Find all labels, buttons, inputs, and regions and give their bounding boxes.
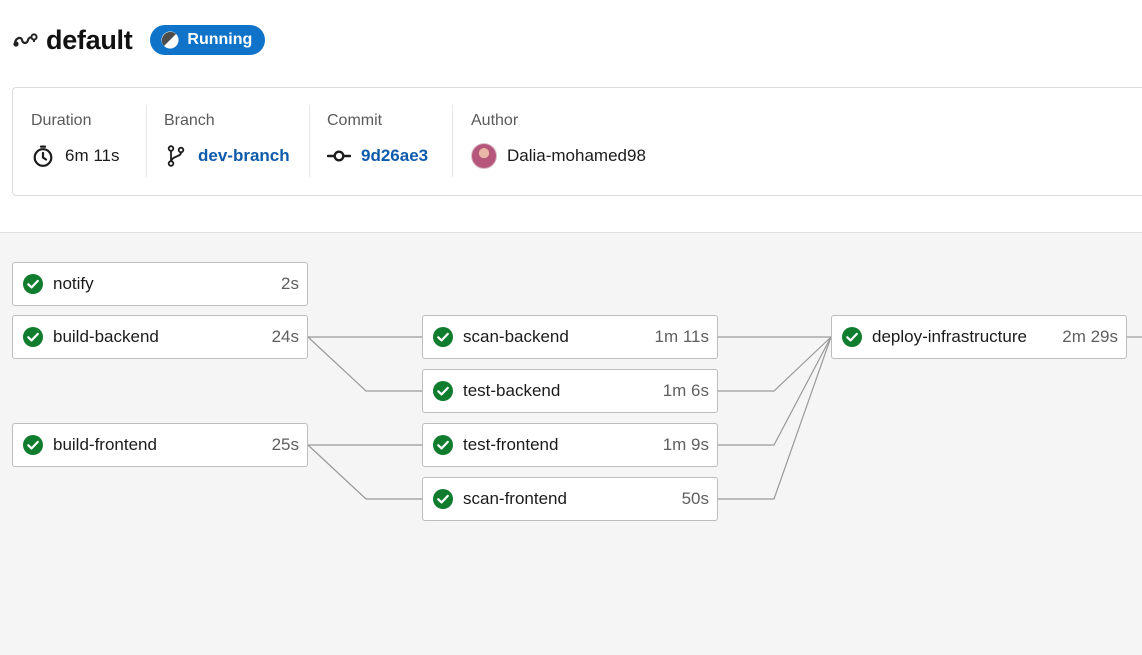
success-check-icon — [23, 435, 43, 455]
commit-label: Commit — [327, 112, 383, 129]
edge-test-backend-deploy — [718, 336, 832, 392]
commit-icon — [327, 144, 351, 168]
job-name: test-backend — [463, 381, 561, 400]
job-name: build-frontend — [53, 435, 157, 454]
author-name: Dalia-mohamed98 — [507, 146, 646, 165]
success-check-icon — [23, 274, 43, 294]
success-check-icon — [23, 327, 43, 347]
commit-link[interactable]: 9d26ae3 — [361, 146, 428, 166]
job-duration: 25s — [271, 435, 299, 454]
branch-link[interactable]: dev-branch — [198, 146, 290, 166]
duration-label: Duration — [31, 112, 92, 129]
job-duration: 1m 6s — [662, 381, 709, 400]
job-duration: 50s — [681, 489, 709, 508]
edge-scan-frontend-deploy — [718, 336, 832, 500]
job-build-frontend[interactable]: build-frontend 25s — [12, 423, 308, 467]
job-name: scan-frontend — [463, 489, 567, 508]
status-badge: Running — [150, 25, 266, 55]
pipeline-run-page: default Running Duration 6m 11s Branch d… — [0, 0, 1142, 655]
job-scan-backend[interactable]: scan-backend 1m 11s — [422, 315, 718, 359]
job-notify[interactable]: notify 2s — [12, 262, 308, 306]
divider — [452, 105, 453, 177]
duration-text: 6m 11s — [65, 146, 120, 165]
job-deploy-infrastructure[interactable]: deploy-infrastructure 2m 29s — [831, 315, 1127, 359]
job-duration: 1m 9s — [662, 435, 709, 454]
pipeline-icon — [13, 33, 38, 47]
job-name: deploy-infrastructure — [872, 327, 1027, 346]
success-check-icon — [433, 489, 453, 509]
job-duration: 2s — [281, 274, 299, 293]
job-test-frontend[interactable]: test-frontend 1m 9s — [422, 423, 718, 467]
author-value: Dalia-mohamed98 — [471, 142, 646, 170]
job-build-backend[interactable]: build-backend 24s — [12, 315, 308, 359]
branch-label: Branch — [164, 112, 215, 129]
success-check-icon — [433, 327, 453, 347]
page-header: default Running — [12, 22, 266, 58]
status-label: Running — [187, 31, 253, 48]
job-name: test-frontend — [463, 435, 559, 454]
edge-build-backend-test-backend — [307, 336, 422, 392]
job-duration: 24s — [271, 327, 299, 346]
job-duration: 2m 29s — [1062, 327, 1118, 346]
run-summary-card: Duration 6m 11s Branch dev-branch Commit… — [12, 87, 1142, 196]
job-name: notify — [53, 274, 94, 293]
divider — [146, 105, 147, 177]
success-check-icon — [433, 381, 453, 401]
running-icon — [161, 31, 179, 49]
duration-value: 6m 11s — [31, 142, 120, 170]
success-check-icon — [433, 435, 453, 455]
job-scan-frontend[interactable]: scan-frontend 50s — [422, 477, 718, 521]
branch-value: dev-branch — [164, 142, 290, 170]
commit-value: 9d26ae3 — [327, 142, 428, 170]
pipeline-graph: notify 2s build-backend 24s build-fronte… — [0, 232, 1142, 655]
branch-icon — [164, 144, 188, 168]
job-test-backend[interactable]: test-backend 1m 6s — [422, 369, 718, 413]
job-name: scan-backend — [463, 327, 569, 346]
author-label: Author — [471, 112, 519, 129]
timer-icon — [31, 144, 55, 168]
edge-build-frontend-scan-frontend — [307, 444, 422, 500]
success-check-icon — [842, 327, 862, 347]
job-duration: 1m 11s — [654, 327, 710, 346]
divider — [309, 105, 310, 177]
page-title: default — [46, 24, 133, 55]
job-name: build-backend — [53, 327, 159, 346]
author-avatar — [471, 143, 497, 169]
